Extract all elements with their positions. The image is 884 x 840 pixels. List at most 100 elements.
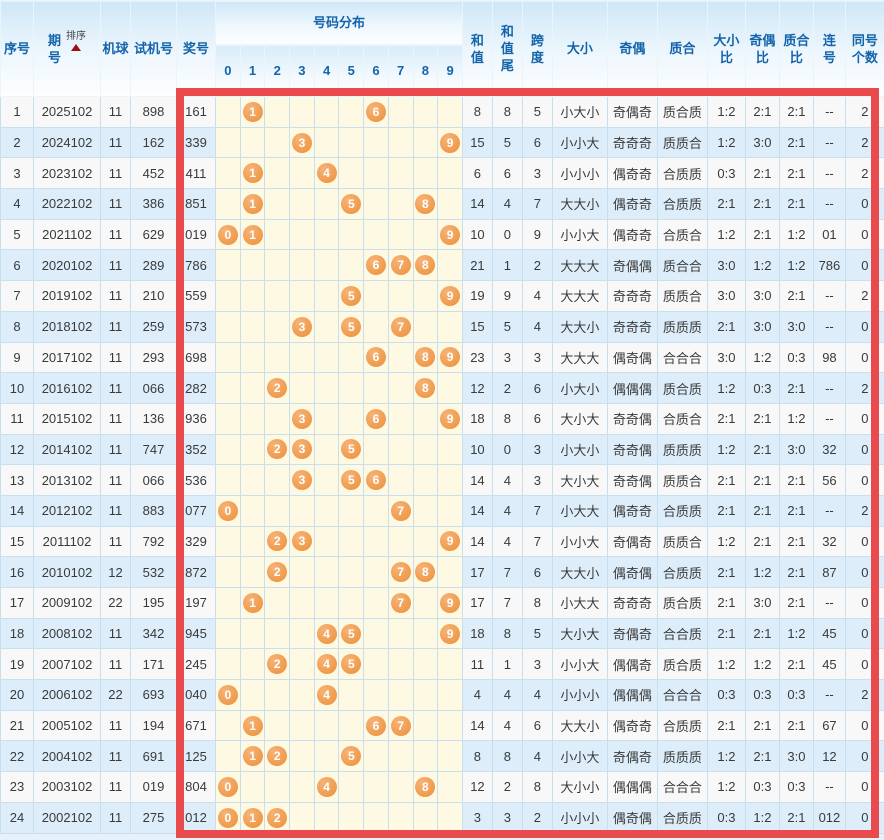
cell-size: 小小小	[551, 679, 608, 711]
digit-cell-8: 8	[412, 556, 439, 588]
digit-cell-7	[387, 740, 414, 773]
digit-cell-4	[313, 433, 340, 466]
digit-cell-5	[338, 157, 365, 190]
cell-parity-ratio: 1:2	[744, 648, 780, 681]
cell-machine: 11	[100, 188, 131, 220]
digit-cell-2	[264, 494, 291, 527]
cell-size: 小大小	[551, 372, 608, 404]
cell-sum: 14	[461, 709, 493, 742]
cell-sum-tail: 1	[491, 249, 523, 282]
cell-seq: 16	[0, 556, 34, 588]
cell-parity: 偶偶奇	[606, 648, 658, 681]
cell-prime-ratio: 2:1	[778, 801, 814, 834]
cell-same-count: 0	[844, 771, 884, 803]
digit-cell-8: 8	[412, 249, 439, 282]
cell-parity-ratio: 2:1	[744, 188, 780, 220]
digit-cell-0	[215, 587, 241, 619]
cell-prime: 质质合	[656, 126, 708, 159]
cell-test: 066	[130, 464, 177, 496]
digit-ball: 0	[217, 776, 238, 797]
cell-sum-tail: 2	[491, 372, 523, 404]
digit-cell-6: 6	[363, 341, 389, 374]
digit-cell-0: 0	[215, 771, 241, 803]
digit-cell-8	[412, 433, 439, 466]
digit-cell-1	[239, 402, 266, 435]
cell-same-count: 0	[844, 525, 884, 558]
cell-parity: 奇偶奇	[606, 617, 658, 650]
digit-ball: 1	[242, 193, 263, 214]
digit-cell-9: 9	[437, 341, 463, 374]
digit-cell-8: 8	[412, 188, 439, 220]
digit-cell-5: 5	[338, 280, 365, 312]
digit-ball: 7	[390, 500, 411, 521]
cell-period: 2006102	[33, 679, 101, 711]
digit-cell-6	[363, 157, 389, 190]
cell-parity: 奇奇奇	[606, 280, 658, 312]
digit-cell-5	[338, 771, 365, 803]
digit-cell-5	[338, 218, 365, 251]
digit-cell-2	[264, 617, 291, 650]
cell-sum: 21	[461, 249, 493, 282]
cell-consecutive: --	[812, 587, 846, 619]
digit-cell-1: 1	[239, 709, 266, 742]
cell-sum-tail: 8	[491, 740, 523, 773]
cell-seq: 18	[0, 617, 34, 650]
table-row: 3 2023102 11 452 411 1 4 6 6 3 小小小 偶奇奇 合质质 0:3 2:1 2:1-…	[0, 157, 884, 190]
digit-cell-8	[412, 617, 439, 650]
digit-cell-0	[215, 188, 241, 220]
cell-prime-ratio: 3:0	[778, 740, 814, 773]
digit-cell-9: 9	[437, 402, 463, 435]
cell-sum-tail: 5	[491, 310, 523, 343]
digit-cell-7	[387, 648, 414, 681]
cell-same-count: 0	[844, 433, 884, 466]
cell-machine: 11	[100, 249, 131, 282]
cell-span: 7	[521, 494, 553, 527]
digit-cell-8	[412, 709, 439, 742]
table-row: 9 2017102 11 293 698 6 8 9 23 3 3 大大大 偶奇偶 合合合 3:0 1:2 0:…	[0, 341, 884, 374]
digit-ball: 6	[365, 408, 386, 429]
cell-sum: 18	[461, 617, 493, 650]
sort-button[interactable]: 排序	[66, 31, 86, 51]
cell-span: 7	[521, 525, 553, 558]
cell-size-ratio: 2:1	[706, 464, 746, 496]
digit-ball: 2	[267, 654, 288, 675]
cell-machine: 11	[100, 740, 131, 773]
cell-sum-tail: 4	[491, 188, 523, 220]
cell-same-count: 0	[844, 556, 884, 588]
digit-cell-2	[264, 310, 291, 343]
cell-same-count: 0	[844, 188, 884, 220]
col-header-test: 试机号	[130, 0, 177, 97]
cell-machine: 11	[100, 771, 131, 803]
cell-prize: 698	[176, 341, 216, 374]
cell-size-ratio: 2:1	[706, 556, 746, 588]
cell-sum: 10	[461, 218, 493, 251]
digit-header-0: 0	[215, 44, 241, 97]
cell-size: 小小大	[551, 740, 608, 773]
digit-cell-0: 0	[215, 494, 241, 527]
cell-consecutive: --	[812, 310, 846, 343]
col-header-period: 期 号 排序	[33, 0, 101, 97]
cell-prime: 合质质	[656, 188, 708, 220]
table-row: 2 2024102 11 162 339 3 9 15 5 6 小小大 奇奇奇 质质合 1:2 3:0 2:1…	[0, 126, 884, 159]
cell-size: 大小大	[551, 402, 608, 435]
cell-size: 大大小	[551, 556, 608, 588]
cell-period: 2021102	[33, 218, 101, 251]
cell-size-ratio: 3:0	[706, 249, 746, 282]
cell-parity-ratio: 2:1	[744, 157, 780, 190]
cell-sum-tail: 4	[491, 494, 523, 527]
digit-cell-7	[387, 771, 414, 803]
digit-ball: 6	[365, 715, 386, 736]
cell-sum-tail: 4	[491, 525, 523, 558]
digit-cell-3	[289, 740, 315, 773]
cell-prime-ratio: 2:1	[778, 648, 814, 681]
digit-cell-4	[313, 126, 340, 159]
digit-cell-9	[437, 188, 463, 220]
digit-ball: 8	[415, 255, 436, 276]
digit-ball: 3	[291, 531, 312, 552]
digit-ball: 3	[291, 408, 312, 429]
digit-cell-2	[264, 218, 291, 251]
digit-cell-8	[412, 126, 439, 159]
cell-sum-tail: 3	[491, 801, 523, 834]
digit-cell-3: 3	[289, 126, 315, 159]
digit-cell-8	[412, 679, 439, 711]
